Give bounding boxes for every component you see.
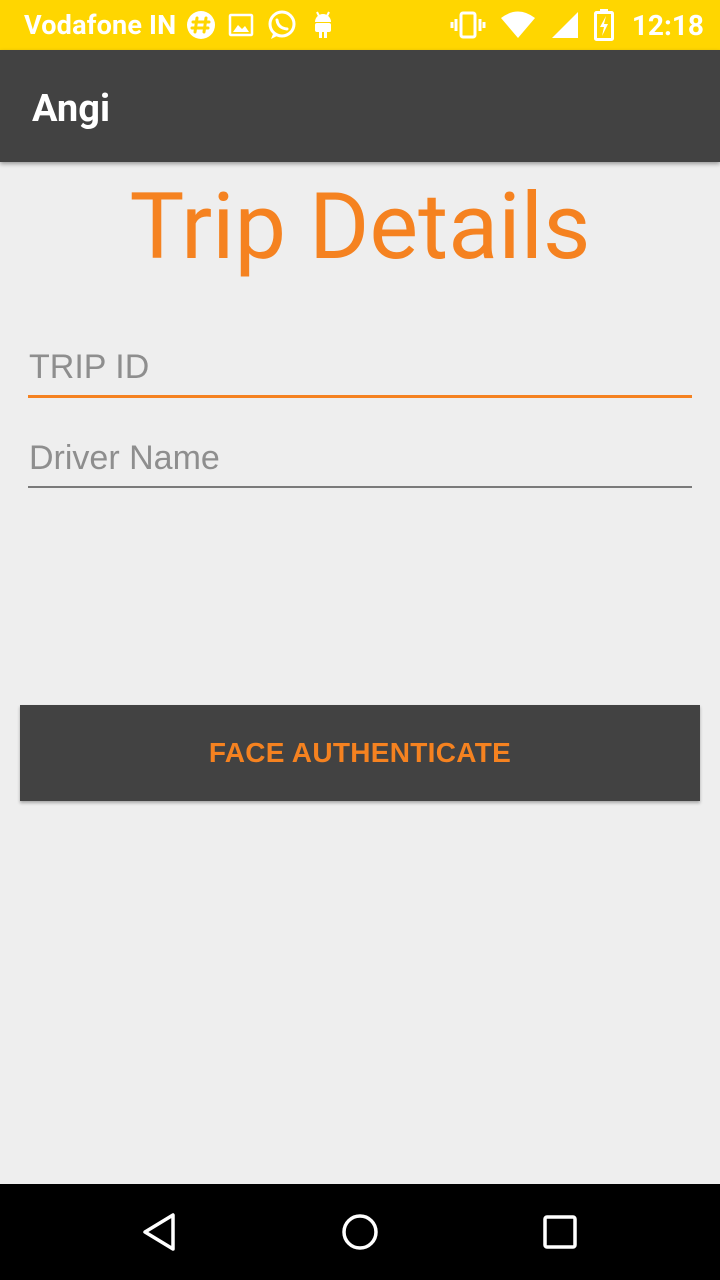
status-bar: Vodafone IN 12:18 [0,0,720,50]
driver-name-input[interactable] [28,439,692,486]
driver-name-underline [28,486,692,488]
recents-icon [543,1215,577,1249]
home-icon [342,1214,378,1250]
vibrate-icon [450,11,486,39]
face-authenticate-button[interactable]: FACE AUTHENTICATE [20,705,700,801]
navigation-bar [0,1184,720,1280]
page-heading: Trip Details [129,174,591,281]
trip-id-underline [28,395,692,398]
notification-icons [186,9,336,41]
home-button[interactable] [330,1202,390,1262]
whatsapp-icon [268,10,296,39]
system-icons: 12:18 [450,9,704,42]
back-icon [143,1213,175,1251]
trip-id-field [28,348,692,398]
app-bar: Angi [0,50,720,162]
status-clock: 12:18 [631,8,704,42]
battery-charging-icon [593,9,614,41]
driver-name-field [28,439,692,488]
wifi-icon [500,11,535,38]
signal-icon [551,12,578,38]
trip-id-input[interactable] [28,348,692,395]
recents-button[interactable] [530,1202,590,1262]
carrier-name: Vodafone IN [24,9,177,41]
android-icon [315,11,332,38]
image-icon [229,13,254,37]
app-title: Angi [32,87,110,131]
slack-icon [187,11,216,39]
back-button[interactable] [130,1202,190,1262]
